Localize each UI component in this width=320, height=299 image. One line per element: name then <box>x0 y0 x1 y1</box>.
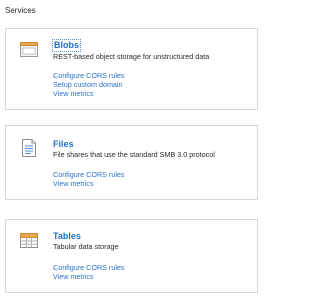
tables-links: Configure CORS rules View metrics <box>53 263 125 281</box>
files-view-metrics-link[interactable]: View metrics <box>53 179 125 188</box>
files-configure-cors-link[interactable]: Configure CORS rules <box>53 170 125 179</box>
files-title-link[interactable]: Files <box>53 139 74 150</box>
blob-storage-icon <box>20 42 38 57</box>
files-links: Configure CORS rules View metrics <box>53 170 125 188</box>
tables-configure-cors-link[interactable]: Configure CORS rules <box>53 263 125 272</box>
blobs-configure-cors-link[interactable]: Configure CORS rules <box>53 71 125 80</box>
tables-description: Tabular data storage <box>53 242 119 251</box>
blobs-service-card: Blobs REST-based object storage for unst… <box>5 28 258 110</box>
tables-view-metrics-link[interactable]: View metrics <box>53 272 125 281</box>
blobs-setup-custom-domain-link[interactable]: Setup custom domain <box>53 80 125 89</box>
blobs-links: Configure CORS rules Setup custom domain… <box>53 71 125 98</box>
blobs-view-metrics-link[interactable]: View metrics <box>53 89 125 98</box>
files-description: File shares that use the standard SMB 3.… <box>53 150 215 159</box>
table-storage-icon <box>20 233 38 248</box>
blobs-description: REST-based object storage for unstructur… <box>53 52 210 61</box>
services-panel: Services Blobs REST-based object storage… <box>0 0 262 299</box>
files-service-card: Files File shares that use the standard … <box>5 125 258 200</box>
tables-service-card: Tables Tabular data storage Configure CO… <box>5 219 258 293</box>
blobs-title-link[interactable]: Blobs <box>52 39 82 52</box>
tables-title-link[interactable]: Tables <box>53 231 81 242</box>
section-title: Services <box>5 6 36 15</box>
file-storage-icon <box>20 139 38 157</box>
